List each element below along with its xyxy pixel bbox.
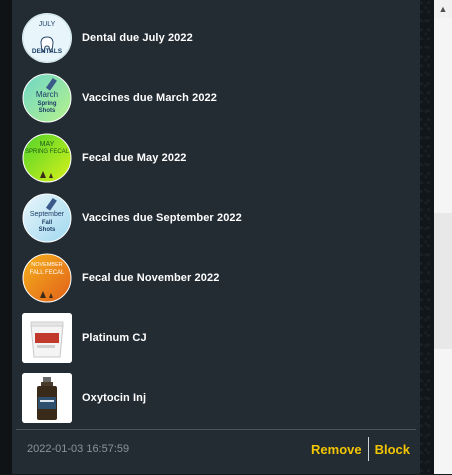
thumb-text-line: MAY — [39, 141, 55, 148]
may-spring-fecal-icon: MAY SPRING FECAL — [22, 133, 72, 183]
notification-label: Vaccines due March 2022 — [82, 92, 217, 104]
left-edge — [0, 0, 12, 474]
thumb-text-line: Spring — [37, 101, 57, 107]
july-dentals-icon: JULY DENTALS — [22, 13, 72, 63]
notification-label: Fecal due November 2022 — [82, 272, 220, 284]
oxytocin-bottle-icon — [22, 373, 72, 423]
notifications-panel: JULY DENTALS Dental due July 2022 March … — [12, 0, 420, 474]
notification-label: Fecal due May 2022 — [82, 152, 187, 164]
thumb-text-line: NOVEMBER — [31, 262, 63, 268]
september-fall-shots-icon: September Fall Shots — [22, 193, 72, 243]
scroll-up-arrow-icon[interactable]: ▲ — [434, 0, 452, 18]
thumb-text-line: DENTALS — [31, 48, 63, 55]
thumb-text-line: FALL FECAL — [29, 270, 65, 276]
block-button[interactable]: Block — [369, 442, 416, 457]
notification-item-oxytocin[interactable]: Oxytocin Inj — [12, 368, 420, 428]
remove-button[interactable]: Remove — [305, 442, 368, 457]
thumb-text-line: Fall — [41, 220, 53, 226]
notification-item-dental-july[interactable]: JULY DENTALS Dental due July 2022 — [12, 8, 420, 68]
scrollbar-thumb[interactable] — [434, 213, 452, 349]
thumb-text-line: March — [35, 90, 59, 99]
thumb-text-line: September — [29, 211, 65, 218]
scrollbar-track-upper[interactable] — [434, 18, 452, 213]
notification-footer: 2022-01-03 16:57:59 Remove Block — [16, 429, 416, 475]
notification-item-fecal-may[interactable]: MAY SPRING FECAL Fecal due May 2022 — [12, 128, 420, 188]
scrollbar-track-lower[interactable] — [434, 349, 452, 474]
timestamp: 2022-01-03 16:57:59 — [27, 443, 130, 455]
scrollbar[interactable]: ▲ — [434, 0, 452, 474]
platinum-cj-bucket-icon — [22, 313, 72, 363]
thumb-text-line: JULY — [38, 21, 56, 28]
notification-label: Vaccines due September 2022 — [82, 212, 242, 224]
thumb-text-line: Shots — [38, 227, 56, 233]
notification-label: Dental due July 2022 — [82, 32, 193, 44]
november-fall-fecal-icon: NOVEMBER FALL FECAL — [22, 253, 72, 303]
notification-label: Platinum CJ — [82, 332, 147, 344]
notification-item-fecal-november[interactable]: NOVEMBER FALL FECAL Fecal due November 2… — [12, 248, 420, 308]
thumb-text-line: SPRING FECAL — [24, 149, 69, 155]
thumb-text-line: Shots — [38, 108, 56, 114]
notification-list: JULY DENTALS Dental due July 2022 March … — [12, 8, 420, 428]
notification-item-platinum-cj[interactable]: Platinum CJ — [12, 308, 420, 368]
notification-item-vaccines-september[interactable]: September Fall Shots Vaccines due Septem… — [12, 188, 420, 248]
notification-label: Oxytocin Inj — [82, 392, 147, 404]
notification-item-vaccines-march[interactable]: March Spring Shots Vaccines due March 20… — [12, 68, 420, 128]
march-spring-shots-icon: March Spring Shots — [22, 73, 72, 123]
footer-actions: Remove Block — [305, 437, 416, 461]
